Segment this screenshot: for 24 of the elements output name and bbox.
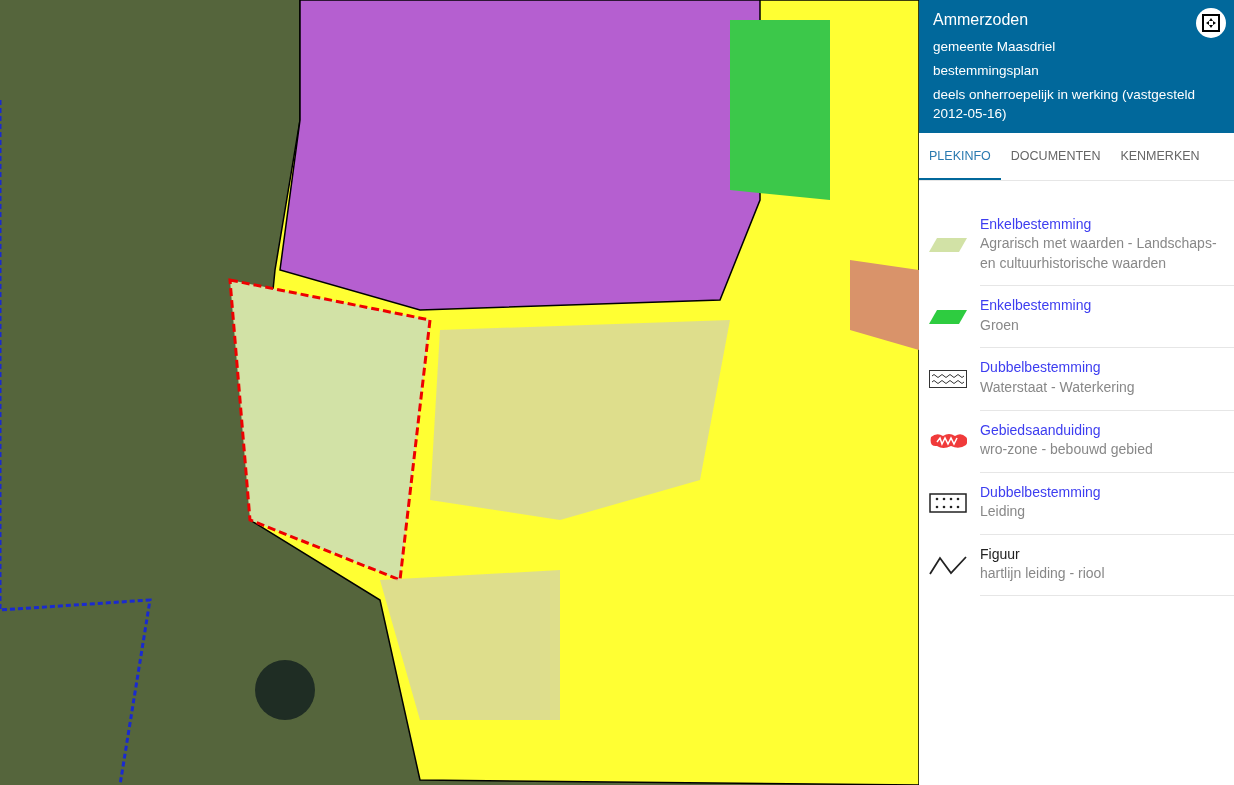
place-title: Ammerzoden [933, 10, 1030, 30]
legend-description: Agrarisch met waarden - Landschaps- en cultuurhistorische waarden [980, 234, 1218, 273]
legend-title-link[interactable]: Gebiedsaanduiding [980, 421, 1101, 438]
tab[interactable]: PLEKINFO [919, 132, 1001, 180]
zoom-extent-icon [1202, 14, 1220, 32]
zoom-extent-button[interactable] [1196, 8, 1226, 38]
wave-pattern-icon [929, 368, 967, 389]
dotted-pattern-icon [929, 493, 967, 514]
legend-title-link[interactable]: Enkelbestemming [980, 215, 1092, 232]
header-line: bestemmingsplan [933, 62, 1040, 81]
header-line: deels onherroepelijk in werking (vastgesteld 2012-05-16) [933, 86, 1196, 123]
legend-title: Figuur [980, 544, 1021, 564]
legend-title-link[interactable]: Dubbelbestemming [980, 359, 1101, 376]
legend-description: wro-zone - bebouwd gebied [980, 440, 1153, 459]
legend-title-link[interactable]: Dubbelbestemming [980, 483, 1101, 500]
legend-title-link[interactable]: Enkelbestemming [980, 297, 1092, 314]
legend-description: Waterstaat - Waterkering [980, 377, 1135, 397]
tab[interactable]: DOCUMENTEN [1000, 132, 1111, 180]
zigzag-line-icon [929, 554, 967, 575]
legend-description: Groen [980, 315, 1020, 335]
legend-description: Leiding [980, 502, 1027, 522]
legend-description: hartlijn leiding - riool [980, 563, 1105, 583]
tab[interactable]: KENMERKEN [1110, 132, 1210, 180]
header-line: gemeente Maasdriel [933, 38, 1057, 56]
